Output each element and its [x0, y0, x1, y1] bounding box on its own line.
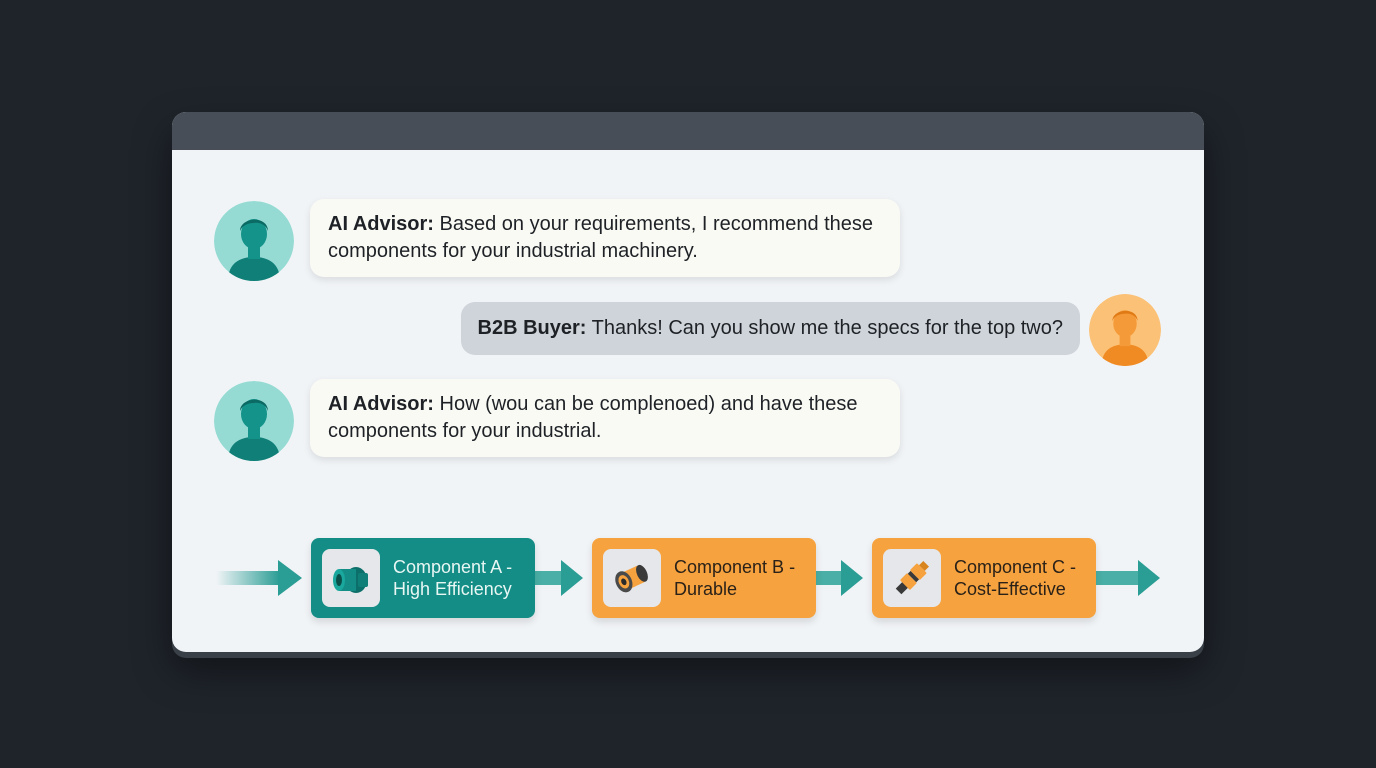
component-label: Component C - Cost-Effective [954, 556, 1088, 600]
card-icon-frame [603, 549, 661, 607]
component-label: Component A - High Efficiency [393, 556, 527, 600]
advisor-person-icon [214, 201, 294, 281]
advisor-person-icon [214, 381, 294, 461]
orange-connector-icon [895, 561, 929, 595]
component-attribute: High Efficiency [393, 579, 512, 599]
card-icon-frame [883, 549, 941, 607]
speaker-label: B2B Buyer: [477, 317, 587, 339]
buyer-message: B2B Buyer: Thanks! Can you show me the s… [460, 302, 1080, 355]
message-text: Thanks! Can you show me the specs for th… [591, 317, 1063, 339]
component-name: Component A - [393, 557, 513, 577]
advisor-avatar [214, 201, 294, 281]
speaker-label: AI Advisor: [328, 213, 434, 235]
flow-arrow-icon [815, 560, 863, 596]
card-icon-frame [322, 549, 380, 607]
component-card-b[interactable]: Component B - Durable [592, 538, 816, 618]
chat-content: AI Advisor: Based on your requirements, … [172, 150, 1204, 652]
window-titlebar[interactable] [172, 112, 1204, 150]
buyer-person-icon [1089, 294, 1161, 366]
component-name: Component B - [674, 557, 796, 577]
component-attribute: Cost-Effective [954, 579, 1066, 599]
component-label: Component B - Durable [674, 556, 808, 600]
chat-window: AI Advisor: Based on your requirements, … [172, 112, 1204, 652]
flow-arrow-icon [216, 560, 302, 596]
component-attribute: Durable [674, 579, 738, 599]
component-card-c[interactable]: Component C - Cost-Effective [872, 538, 1096, 618]
flow-arrow-icon [1096, 560, 1160, 596]
advisor-message-1: AI Advisor: Based on your requirements, … [310, 199, 900, 277]
advisor-avatar [214, 381, 294, 461]
teal-fitting-icon [333, 567, 368, 593]
speaker-label: AI Advisor: [328, 393, 434, 415]
component-card-a[interactable]: Component A - High Efficiency [311, 538, 535, 618]
component-name: Component C - [954, 557, 1077, 577]
flow-arrow-icon [535, 560, 583, 596]
advisor-message-2: AI Advisor: How (wou can be complenoed) … [310, 379, 900, 457]
buyer-avatar [1089, 294, 1161, 366]
orange-bearing-icon [615, 564, 648, 593]
